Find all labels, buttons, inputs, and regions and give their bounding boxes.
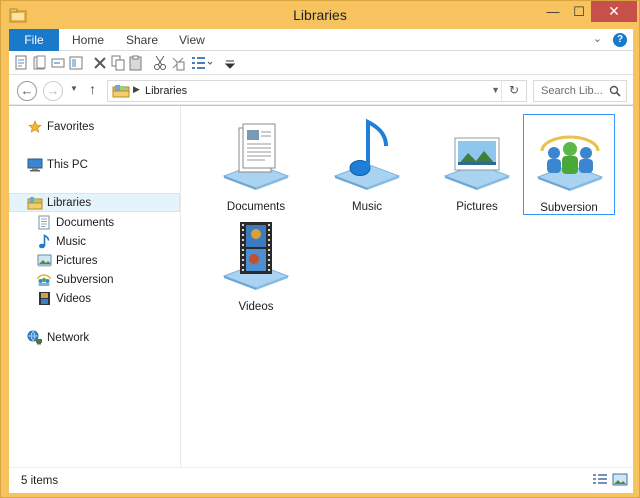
libraries-icon <box>112 85 130 98</box>
sidebar-item-label: This PC <box>47 158 88 171</box>
library-item-pictures[interactable]: Pictures <box>432 114 522 214</box>
sidebar-item-network[interactable]: Network <box>9 328 180 347</box>
sidebar-item-favorites[interactable]: Favorites <box>9 117 180 136</box>
help-icon[interactable]: ? <box>613 33 627 47</box>
tab-file[interactable]: File <box>9 29 59 51</box>
sidebar-item-subversion[interactable]: Subversion <box>9 270 180 289</box>
refresh-icon[interactable]: ↻ <box>509 83 519 97</box>
forward-button[interactable]: → <box>43 81 63 101</box>
videos-icon <box>36 291 52 307</box>
sidebar-item-documents[interactable]: Documents <box>9 213 180 232</box>
item-label: Music <box>351 201 383 213</box>
item-label: Videos <box>238 301 274 313</box>
sidebar-item-this-pc[interactable]: This PC <box>9 155 180 174</box>
sidebar-item-music[interactable]: Music <box>9 232 180 251</box>
properties-icon[interactable] <box>15 55 29 71</box>
cut-icon[interactable] <box>153 55 167 71</box>
library-item-documents[interactable]: Documents <box>211 114 301 214</box>
sidebar-item-label: Music <box>56 235 87 248</box>
pictures-library-icon <box>443 137 511 190</box>
star-icon <box>27 119 43 135</box>
sidebar-item-label: Subversion <box>56 273 114 286</box>
network-icon <box>27 330 43 346</box>
library-item-music[interactable]: Music <box>322 114 412 214</box>
library-item-videos[interactable]: Videos <box>211 214 301 314</box>
sidebar-item-label: Pictures <box>56 254 98 267</box>
address-history-dropdown[interactable]: ▼ <box>491 85 500 95</box>
navigation-bar: ← → ▼ ↑ ▶ Libraries ▼ ↻ <box>9 75 633 105</box>
close-button[interactable]: ✕ <box>591 1 637 22</box>
library-item-subversion[interactable]: Subversion <box>523 114 615 215</box>
breadcrumb-libraries[interactable]: Libraries <box>145 85 187 97</box>
recent-locations-dropdown[interactable]: ▼ <box>70 84 78 93</box>
navigation-pane[interactable]: Favorites This PC Libraries Documents Mu… <box>9 106 181 467</box>
computer-icon <box>27 157 43 173</box>
expand-ribbon-icon[interactable]: ⌄ <box>593 33 602 45</box>
search-input[interactable] <box>534 81 610 101</box>
documents-library-icon <box>222 123 290 190</box>
sidebar-item-label: Documents <box>56 216 115 229</box>
tab-share[interactable]: Share <box>126 29 158 51</box>
maximize-button[interactable]: ☐ <box>565 1 593 22</box>
ribbon-tab-bar: File Home Share View ⌄ ? <box>9 29 633 51</box>
details-view-icon[interactable] <box>592 473 608 487</box>
back-button[interactable]: ← <box>17 81 37 101</box>
music-library-icon <box>333 118 401 190</box>
quick-access-toolbar <box>9 51 633 75</box>
customize-toolbar-icon[interactable] <box>223 55 237 71</box>
copy-path-icon[interactable] <box>171 55 185 71</box>
layout-icon[interactable] <box>69 55 83 71</box>
tab-view[interactable]: View <box>179 29 205 51</box>
subversion-icon <box>36 272 52 288</box>
delete-icon[interactable] <box>93 55 107 71</box>
sidebar-item-videos[interactable]: Videos <box>9 289 180 308</box>
address-bar[interactable]: ▶ Libraries ▼ ↻ <box>107 80 527 102</box>
large-icons-view-icon[interactable] <box>612 473 628 487</box>
details-view-icon[interactable] <box>191 55 213 71</box>
sidebar-item-label: Videos <box>56 292 91 305</box>
ribbon-help-area: ⌄ ? <box>585 32 627 47</box>
music-icon <box>36 234 52 250</box>
documents-icon <box>36 215 52 231</box>
libraries-icon <box>27 195 43 211</box>
copy-icon[interactable] <box>111 55 125 71</box>
title-bar[interactable]: Libraries — ☐ ✕ <box>1 1 639 29</box>
file-list-view[interactable]: Documents Music Pictures Subversion Vide… <box>189 106 633 467</box>
tab-home[interactable]: Home <box>72 29 104 51</box>
explorer-window: Libraries — ☐ ✕ File Home Share View ⌄ ?… <box>0 0 640 498</box>
sidebar-item-pictures[interactable]: Pictures <box>9 251 180 270</box>
subversion-library-icon <box>536 135 604 191</box>
address-divider <box>501 81 502 101</box>
breadcrumb-separator-icon[interactable]: ▶ <box>133 84 140 95</box>
sidebar-item-label: Network <box>47 331 90 344</box>
item-label: Documents <box>226 201 286 213</box>
up-button[interactable]: ↑ <box>89 81 96 97</box>
paste-icon[interactable] <box>129 55 143 71</box>
item-count: 5 items <box>21 475 59 487</box>
content-area: Favorites This PC Libraries Documents Mu… <box>9 106 633 467</box>
rename-icon[interactable] <box>51 55 65 71</box>
item-label: Subversion <box>540 202 598 214</box>
sidebar-item-label: Libraries <box>47 196 92 209</box>
sidebar-item-label: Favorites <box>47 120 95 133</box>
pictures-icon <box>36 253 52 269</box>
new-folder-icon[interactable] <box>33 55 47 71</box>
videos-library-icon <box>222 222 290 290</box>
item-label: Pictures <box>456 201 498 213</box>
search-icon[interactable] <box>609 85 621 97</box>
search-box[interactable] <box>533 80 627 102</box>
status-bar: 5 items <box>9 467 633 493</box>
sidebar-item-libraries[interactable]: Libraries <box>9 193 180 212</box>
minimize-button[interactable]: — <box>539 1 567 22</box>
